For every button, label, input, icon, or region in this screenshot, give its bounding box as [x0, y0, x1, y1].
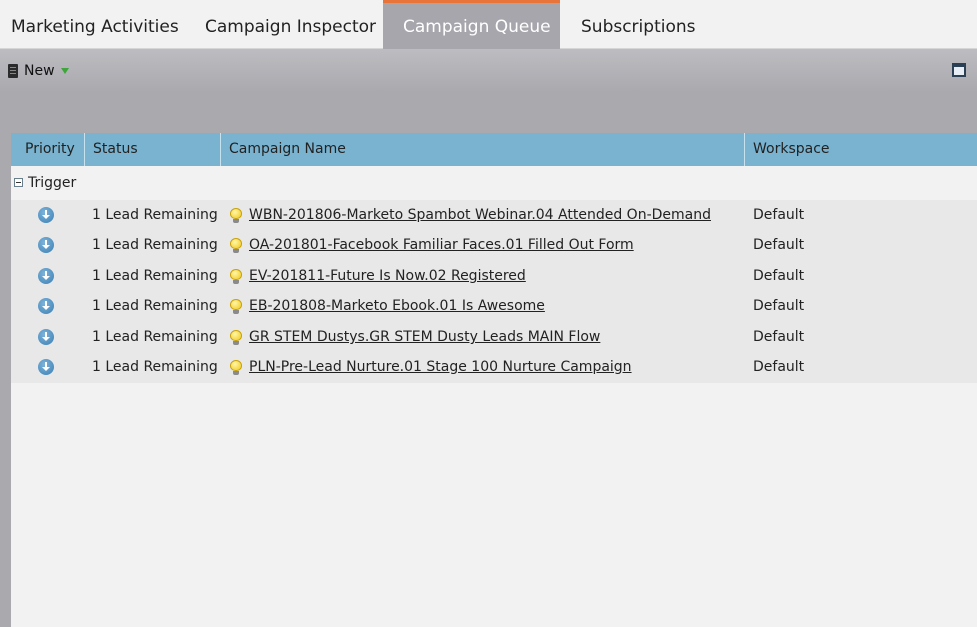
lightbulb-icon: [230, 269, 242, 285]
priority-down-arrow-icon[interactable]: [38, 359, 54, 375]
workspace-cell: Default: [753, 298, 805, 314]
status-cell: 1 Lead Remaining: [92, 237, 218, 253]
campaign-name-link[interactable]: OA-201801-Facebook Familiar Faces.01 Fil…: [249, 230, 634, 260]
status-cell: 1 Lead Remaining: [92, 329, 218, 345]
priority-down-arrow-icon[interactable]: [38, 237, 54, 253]
toolbar: New: [0, 49, 977, 92]
campaign-name-link[interactable]: EV-201811-Future Is Now.02 Registered: [249, 261, 526, 291]
workspace-cell: Default: [753, 329, 805, 345]
status-cell: 1 Lead Remaining: [92, 268, 218, 284]
lightbulb-icon: [230, 330, 242, 346]
tab-marketing-activities[interactable]: Marketing Activities: [0, 0, 183, 49]
lightbulb-icon: [230, 360, 242, 376]
table-row[interactable]: 1 Lead Remaining OA-201801-Facebook Fami…: [11, 230, 977, 260]
table-row[interactable]: 1 Lead Remaining GR STEM Dustys.GR STEM …: [11, 322, 977, 352]
tab-subscriptions[interactable]: Subscriptions: [560, 0, 710, 49]
maximize-window-icon[interactable]: [952, 63, 966, 77]
table-row[interactable]: 1 Lead Remaining EV-201811-Future Is Now…: [11, 261, 977, 291]
priority-down-arrow-icon[interactable]: [38, 298, 54, 314]
status-cell: 1 Lead Remaining: [92, 359, 218, 375]
tab-bar: Marketing Activities Campaign Inspector …: [0, 0, 977, 49]
left-gutter: [0, 133, 11, 627]
priority-down-arrow-icon[interactable]: [38, 329, 54, 345]
collapse-icon[interactable]: [14, 178, 23, 187]
workspace-cell: Default: [753, 268, 805, 284]
table-row[interactable]: 1 Lead Remaining PLN-Pre-Lead Nurture.01…: [11, 352, 977, 382]
workspace-cell: Default: [753, 359, 805, 375]
table-row[interactable]: 1 Lead Remaining WBN-201806-Marketo Spam…: [11, 200, 977, 230]
group-label: Trigger: [28, 175, 77, 191]
table-row[interactable]: 1 Lead Remaining EB-201808-Marketo Ebook…: [11, 291, 977, 321]
column-header-status[interactable]: Status: [93, 133, 138, 166]
dropdown-caret-icon[interactable]: [60, 68, 69, 74]
priority-down-arrow-icon[interactable]: [38, 268, 54, 284]
priority-down-arrow-icon[interactable]: [38, 207, 54, 223]
tab-campaign-inspector[interactable]: Campaign Inspector: [183, 0, 383, 49]
document-icon: [8, 64, 18, 78]
new-button-label: New: [24, 63, 55, 79]
lightbulb-icon: [230, 208, 242, 224]
status-cell: 1 Lead Remaining: [92, 298, 218, 314]
column-separator[interactable]: [84, 133, 85, 166]
campaign-name-link[interactable]: GR STEM Dustys.GR STEM Dusty Leads MAIN …: [249, 322, 600, 352]
column-separator[interactable]: [220, 133, 221, 166]
rows-container: 1 Lead Remaining WBN-201806-Marketo Spam…: [11, 200, 977, 383]
column-header-workspace[interactable]: Workspace: [753, 133, 830, 166]
campaign-name-link[interactable]: WBN-201806-Marketo Spambot Webinar.04 At…: [249, 200, 711, 230]
column-separator[interactable]: [744, 133, 745, 166]
campaign-queue-grid: Priority Status Campaign Name Workspace …: [11, 133, 977, 627]
new-button[interactable]: New: [8, 62, 69, 80]
status-cell: 1 Lead Remaining: [92, 207, 218, 223]
lightbulb-icon: [230, 238, 242, 254]
grid-header: Priority Status Campaign Name Workspace: [11, 133, 977, 166]
column-header-campaign-name[interactable]: Campaign Name: [229, 133, 346, 166]
campaign-name-link[interactable]: PLN-Pre-Lead Nurture.01 Stage 100 Nurtur…: [249, 352, 632, 382]
campaign-name-link[interactable]: EB-201808-Marketo Ebook.01 Is Awesome: [249, 291, 545, 321]
workspace-cell: Default: [753, 207, 805, 223]
column-header-priority[interactable]: Priority: [25, 133, 75, 166]
group-row-trigger[interactable]: Trigger: [11, 166, 977, 199]
tab-campaign-queue[interactable]: Campaign Queue: [383, 0, 560, 49]
workspace-cell: Default: [753, 237, 805, 253]
lightbulb-icon: [230, 299, 242, 315]
toolbar-spacer: [0, 92, 977, 133]
